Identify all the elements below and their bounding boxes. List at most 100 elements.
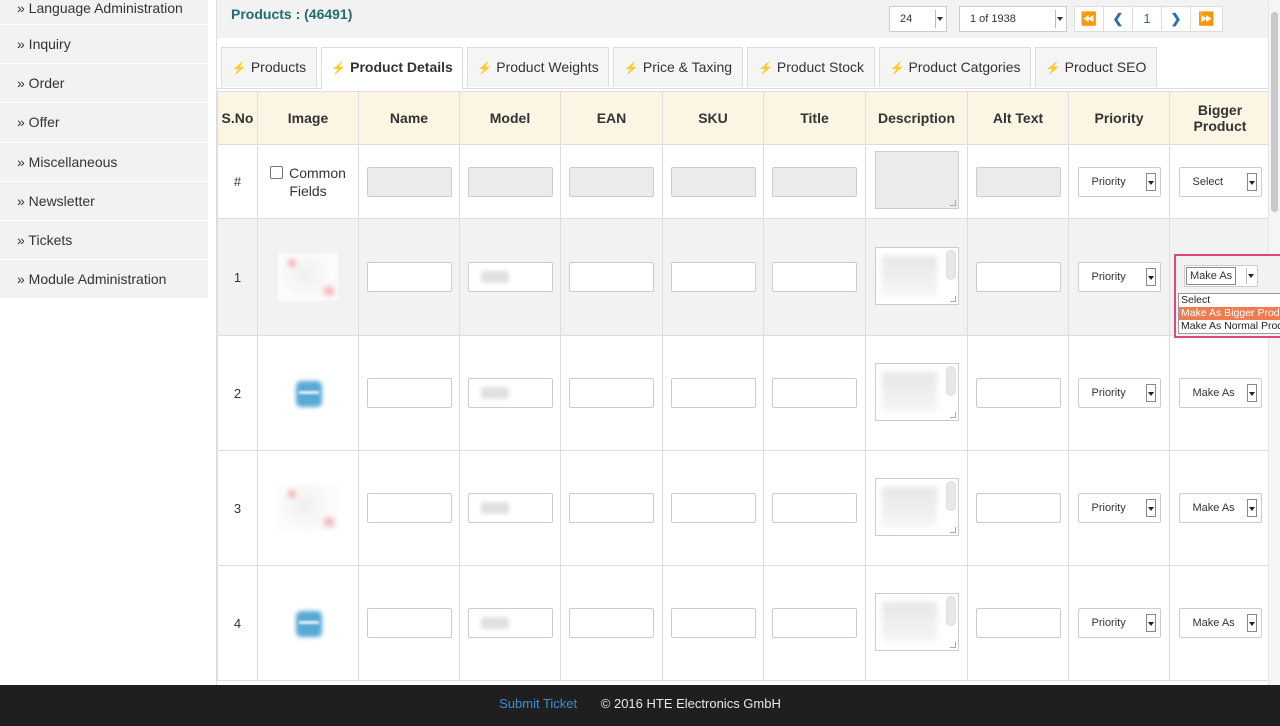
chevron-down-icon	[1246, 499, 1257, 517]
sidebar-item-language-administration[interactable]: » Language Administration	[0, 0, 208, 25]
bigger-product-select[interactable]: Make As	[1184, 265, 1258, 287]
column-header: Bigger Product	[1169, 91, 1271, 145]
sidebar-item-offer[interactable]: » Offer	[0, 103, 208, 143]
alt-text-cell	[967, 565, 1069, 681]
model-input[interactable]	[467, 493, 553, 523]
tab-price-taxing[interactable]: ⚡ Price & Taxing	[613, 47, 743, 87]
ean-input[interactable]	[569, 378, 654, 408]
description-textarea[interactable]	[874, 151, 959, 209]
sidebar-item-newsletter[interactable]: » Newsletter	[0, 181, 208, 221]
per-page-select[interactable]: 24	[889, 6, 947, 32]
last-page-icon[interactable]: ⏩	[1191, 7, 1222, 31]
model-input[interactable]	[467, 378, 553, 408]
model-input[interactable]	[467, 262, 553, 292]
dropdown-option-make-bigger[interactable]: Make As Bigger Product	[1179, 307, 1280, 320]
model-input[interactable]	[467, 166, 553, 197]
title-input[interactable]	[772, 493, 857, 523]
description-textarea[interactable]	[874, 246, 959, 305]
tab-product-categories[interactable]: ⚡ Product Catgories	[879, 47, 1031, 87]
title-input[interactable]	[772, 262, 857, 292]
prev-page-icon[interactable]: ❮	[1104, 7, 1133, 31]
sku-input[interactable]	[670, 166, 756, 197]
product-image[interactable]	[278, 253, 338, 301]
name-input[interactable]	[366, 262, 452, 292]
bigger-product-value: Make As	[1186, 267, 1237, 285]
model-input[interactable]	[467, 608, 553, 638]
scrollbar[interactable]	[945, 365, 956, 396]
name-input[interactable]	[366, 493, 452, 523]
product-image[interactable]	[278, 599, 338, 647]
common-fields-cell: Common Fields	[257, 144, 359, 219]
scrollbar-thumb[interactable]	[1271, 12, 1278, 212]
product-image[interactable]	[278, 369, 338, 417]
bigger-product-select[interactable]: Select	[1178, 166, 1262, 197]
alt-text-input[interactable]	[975, 378, 1061, 408]
pagination: ⏪ ❮ 1 ❯ ⏩	[1074, 6, 1223, 32]
sidebar-item-inquiry[interactable]: » Inquiry	[0, 25, 208, 65]
bigger-product-select[interactable]: Make As	[1178, 378, 1262, 408]
ean-input[interactable]	[569, 262, 654, 292]
description-textarea[interactable]	[874, 477, 959, 536]
name-input[interactable]	[366, 378, 452, 408]
image-cell	[257, 565, 359, 681]
ean-input[interactable]	[569, 493, 654, 523]
dropdown-option-make-normal[interactable]: Make As Normal Product	[1179, 320, 1280, 333]
tab-product-stock[interactable]: ⚡ Product Stock	[747, 47, 875, 87]
sidebar-item-miscellaneous[interactable]: » Miscellaneous	[0, 142, 208, 182]
blurred-text	[881, 601, 937, 642]
sku-input[interactable]	[670, 493, 756, 523]
page-select[interactable]: 1 of 1938	[959, 6, 1067, 32]
priority-select[interactable]: Priority	[1077, 493, 1161, 523]
sku-input[interactable]	[670, 262, 756, 292]
alt-text-input[interactable]	[975, 166, 1061, 197]
product-image[interactable]	[278, 484, 338, 532]
alt-text-input[interactable]	[975, 493, 1061, 523]
tab-product-weights[interactable]: ⚡ Product Weights	[467, 47, 609, 87]
priority-select[interactable]: Priority	[1077, 608, 1161, 638]
scrollbar[interactable]	[945, 249, 956, 280]
dropdown-option-select[interactable]: Select	[1179, 294, 1280, 307]
priority-value: Priority	[1091, 387, 1126, 399]
tab-products[interactable]: ⚡ Products	[221, 47, 317, 87]
common-fields-checkbox[interactable]	[270, 165, 284, 179]
priority-select[interactable]: Priority	[1077, 166, 1161, 197]
sku-cell	[662, 565, 764, 681]
tab-product-seo[interactable]: ⚡ Product SEO	[1035, 47, 1157, 87]
column-header: SKU	[662, 91, 764, 145]
description-textarea[interactable]	[874, 362, 959, 421]
sku-input[interactable]	[670, 378, 756, 408]
sku-input[interactable]	[670, 608, 756, 638]
copyright-text: © 2016 HTE Electronics GmbH	[600, 696, 781, 711]
scrollbar[interactable]	[945, 595, 956, 626]
next-page-icon[interactable]: ❯	[1162, 7, 1191, 31]
sidebar-item-order[interactable]: » Order	[0, 64, 208, 104]
bigger-product-select[interactable]: Make As	[1178, 493, 1262, 523]
name-input[interactable]	[366, 608, 452, 638]
alt-text-input[interactable]	[975, 262, 1061, 292]
title-input[interactable]	[772, 166, 857, 197]
image-cell	[257, 335, 359, 451]
page-number[interactable]: 1	[1133, 7, 1162, 31]
alt-text-input[interactable]	[975, 608, 1061, 638]
table-header-row: S.No Image Name Model EAN SKU Title Desc…	[217, 91, 1271, 145]
tab-bar: ⚡ Products ⚡ Product Details ⚡ Product Weig…	[217, 47, 1280, 89]
title-input[interactable]	[772, 608, 857, 638]
model-cell	[459, 450, 561, 566]
page-scrollbar[interactable]	[1268, 0, 1280, 685]
ean-input[interactable]	[569, 166, 654, 197]
tab-product-details[interactable]: ⚡ Product Details	[321, 47, 463, 89]
priority-select[interactable]: Priority	[1077, 262, 1161, 292]
priority-select[interactable]: Priority	[1077, 378, 1161, 408]
first-page-icon[interactable]: ⏪	[1075, 7, 1104, 31]
sidebar-item-module-administration[interactable]: » Module Administration	[0, 260, 208, 300]
ean-input[interactable]	[569, 608, 654, 638]
name-input[interactable]	[366, 166, 452, 197]
blurred-text	[881, 371, 937, 412]
title-input[interactable]	[772, 378, 857, 408]
description-textarea[interactable]	[874, 592, 959, 651]
sidebar-item-tickets[interactable]: » Tickets	[0, 220, 208, 261]
submit-ticket-link[interactable]: Submit Ticket	[499, 696, 577, 711]
scrollbar[interactable]	[945, 480, 956, 511]
description-cell	[865, 450, 968, 566]
bigger-product-select[interactable]: Make As	[1178, 608, 1262, 638]
